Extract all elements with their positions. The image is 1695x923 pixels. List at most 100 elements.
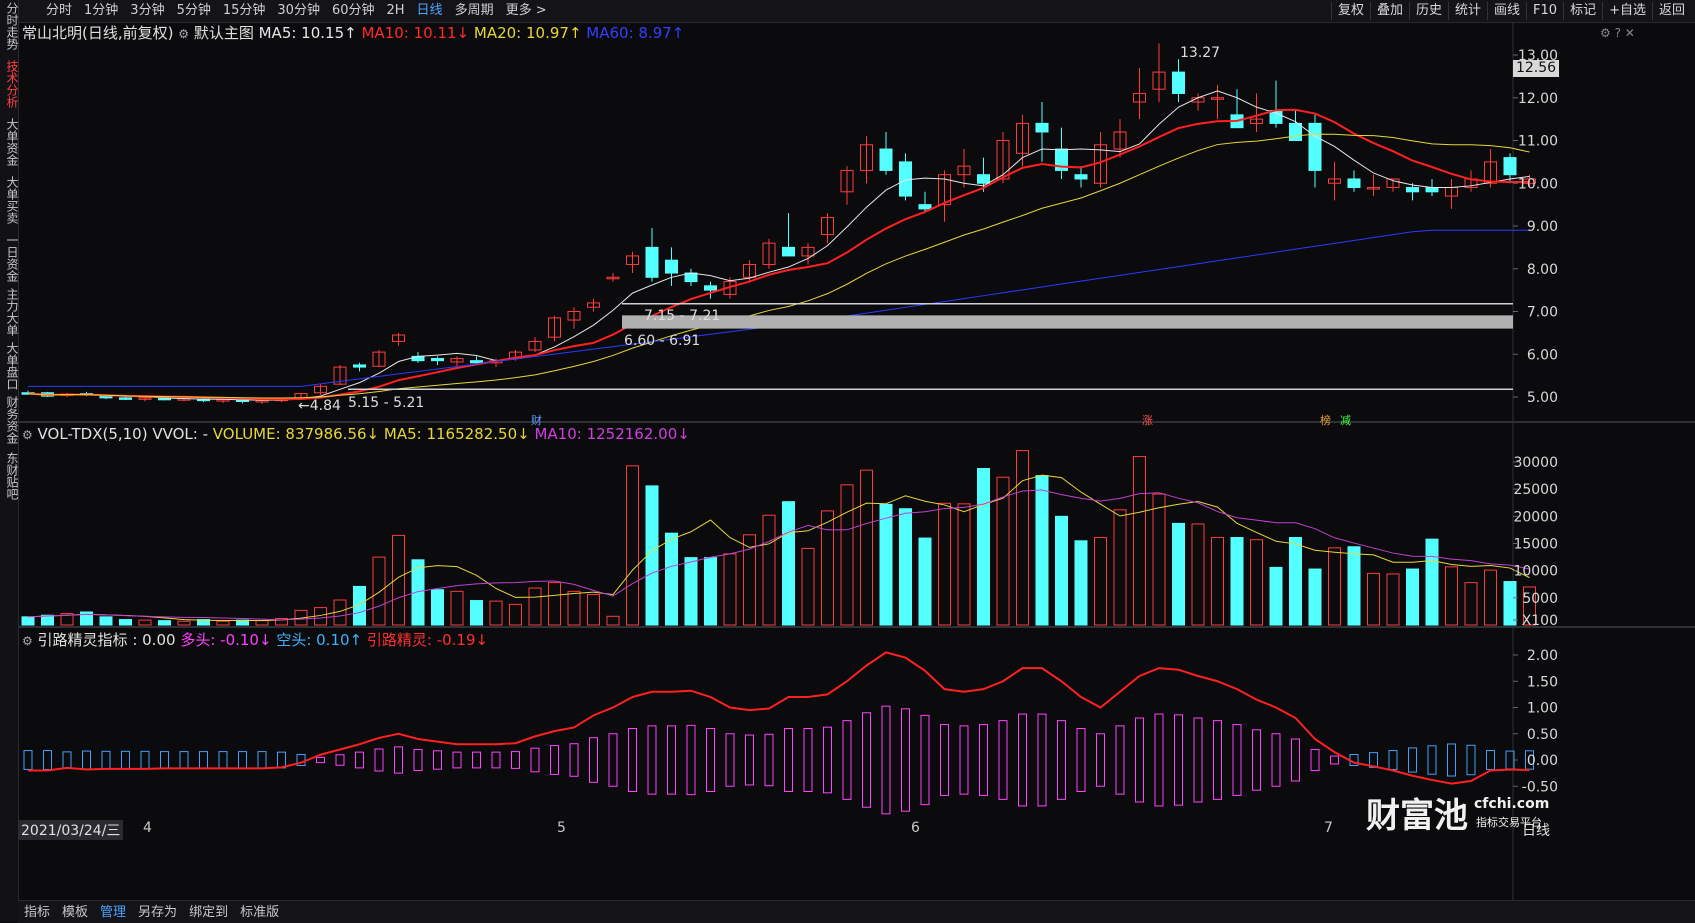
tab-4[interactable]: 15分钟 xyxy=(217,2,272,20)
stock-name[interactable]: 常山北明(日线,前复权) xyxy=(22,24,173,42)
indicator-bar xyxy=(1193,717,1203,803)
bottom-button-2[interactable]: 管理 xyxy=(94,903,132,923)
ma60-value: MA60: 8.97↑ xyxy=(586,24,685,42)
indicator-tick: 1.00 xyxy=(1527,701,1558,717)
sidebar-item-8[interactable]: 东财贴吧 xyxy=(0,452,19,500)
sidebar-item-4[interactable]: 一日资金 xyxy=(0,234,19,282)
bottom-button-0[interactable]: 指标 xyxy=(18,903,56,923)
indicator-bar xyxy=(979,724,988,796)
volume-bar xyxy=(1113,509,1127,626)
sidebar-item-3[interactable]: 大单买卖 xyxy=(0,176,19,224)
volume-bar xyxy=(1152,493,1166,626)
price-tick: 6.00 xyxy=(1527,347,1558,363)
volume-title[interactable]: VOL-TDX(5,10) VVOL: - xyxy=(38,425,208,443)
tab-5[interactable]: 30分钟 xyxy=(271,2,326,20)
volume-bar xyxy=(489,600,503,626)
toolbar-button-1[interactable]: 叠加 xyxy=(1369,2,1409,20)
sidebar-item-0[interactable]: 分时走势 xyxy=(0,2,19,50)
tab-2[interactable]: 3分钟 xyxy=(124,2,170,20)
sidebar-item-1[interactable]: 技术分析 xyxy=(0,60,19,108)
volume-bar xyxy=(860,469,873,626)
tab-8[interactable]: 日线 xyxy=(411,2,449,20)
volume-tick: 25000 xyxy=(1513,482,1558,498)
tab-1[interactable]: 1分钟 xyxy=(78,2,124,20)
sidebar-item-5[interactable]: 主力大单 xyxy=(0,288,19,336)
chart-area[interactable]: 13.0012.0011.0010.009.008.007.006.005.00… xyxy=(18,22,1695,900)
indicator-bar xyxy=(1037,713,1047,807)
indicator-bar xyxy=(1310,749,1320,771)
volume-bar xyxy=(801,547,815,626)
marker-rank[interactable]: 榜 xyxy=(1320,412,1331,428)
indicator-bar xyxy=(140,750,150,770)
marker-rise[interactable]: 涨 xyxy=(1142,412,1153,428)
candle-body xyxy=(1289,122,1302,142)
toolbar-button-0[interactable]: 复权 xyxy=(1330,2,1370,20)
template-name[interactable]: 默认主图 xyxy=(194,24,254,42)
candle-body xyxy=(665,259,678,274)
volume-panel-header: ⚙ VOL-TDX(5,10) VVOL: - VOLUME: 837986.5… xyxy=(22,425,690,443)
sidebar-item-6[interactable]: 大单盘口 xyxy=(0,342,19,390)
marker-reduce[interactable]: 减 xyxy=(1340,412,1351,428)
sidebar-item-7[interactable]: 财务资金 xyxy=(0,396,19,444)
settings-icon[interactable]: ⚙ xyxy=(1600,26,1611,40)
marker-finance[interactable]: 财 xyxy=(531,412,542,428)
duotou-value: 多头: -0.10↓ xyxy=(180,631,272,649)
ma20-line xyxy=(27,133,1530,399)
bottom-button-4[interactable]: 绑定到 xyxy=(183,903,234,923)
tab-10[interactable]: 更多 > xyxy=(500,2,553,20)
sidebar-item-2[interactable]: 大单资金 xyxy=(0,118,19,166)
toolbar-button-2[interactable]: 历史 xyxy=(1408,2,1448,20)
indicator-bar xyxy=(1115,725,1125,795)
indicator-bar xyxy=(764,733,774,787)
indicator-title[interactable]: 引路精灵指标 : 0.00 xyxy=(38,631,176,649)
indicator-bar xyxy=(1388,750,1398,770)
candle-body xyxy=(1425,187,1439,193)
bottom-button-1[interactable]: 模板 xyxy=(56,903,94,923)
gear-icon[interactable]: ⚙ xyxy=(22,634,33,648)
toolbar-button-8[interactable]: 返回 xyxy=(1651,2,1691,20)
volume-bar xyxy=(1074,540,1088,626)
gear-icon[interactable]: ⚙ xyxy=(22,428,33,442)
toolbar-button-3[interactable]: 统计 xyxy=(1448,2,1487,20)
volume-bar xyxy=(704,557,717,626)
gear-icon[interactable]: ⚙ xyxy=(178,27,189,41)
tab-9[interactable]: 多周期 xyxy=(449,2,500,20)
candle-body xyxy=(1172,71,1185,94)
volume-bar xyxy=(1211,537,1224,626)
bottom-button-3[interactable]: 另存为 xyxy=(132,903,183,923)
volume-bar xyxy=(1484,569,1497,626)
tab-6[interactable]: 60分钟 xyxy=(326,2,381,20)
indicator-bar xyxy=(316,756,325,764)
indicator-bar xyxy=(862,712,871,808)
toolbar-button-4[interactable]: 画线 xyxy=(1487,2,1526,20)
toolbar-button-6[interactable]: 标记 xyxy=(1563,2,1602,20)
tab-3[interactable]: 5分钟 xyxy=(171,2,217,20)
volume-bar xyxy=(1191,523,1205,626)
volume-tick: 30000 xyxy=(1513,455,1558,471)
price-tick: 12.00 xyxy=(1518,91,1558,107)
watermark-url: cfchi.com xyxy=(1474,796,1550,812)
help-icon[interactable]: ? xyxy=(1615,26,1621,40)
toolbar-button-5[interactable]: F10 xyxy=(1526,2,1563,20)
volume-tick: 10000 xyxy=(1513,564,1558,580)
volume-bar xyxy=(1094,537,1107,626)
volume-bar xyxy=(99,616,113,626)
tab-7[interactable]: 2H xyxy=(381,2,411,20)
close-icon[interactable]: ✕ xyxy=(1625,26,1635,40)
watermark-slogan: 指标交易平台 xyxy=(1476,816,1542,829)
volume-bar xyxy=(1172,522,1185,626)
vol-ma5-line xyxy=(27,474,1530,622)
indicator-bar xyxy=(1232,724,1242,796)
candle-body xyxy=(353,364,366,368)
vol-ma5-value: MA5: 1165282.50↓ xyxy=(383,425,530,443)
indicator-bar xyxy=(199,751,208,769)
indicator-bar xyxy=(1076,728,1086,792)
indicator-bar xyxy=(413,749,423,771)
indicator-bar xyxy=(238,751,247,769)
tab-0[interactable]: 分时 xyxy=(40,2,78,20)
toolbar-button-7[interactable]: +自选 xyxy=(1602,2,1652,20)
indicator-bar xyxy=(1154,713,1164,807)
indicator-bar xyxy=(706,728,715,792)
indicator-bar xyxy=(608,733,618,787)
bottom-button-5[interactable]: 标准版 xyxy=(234,903,285,923)
